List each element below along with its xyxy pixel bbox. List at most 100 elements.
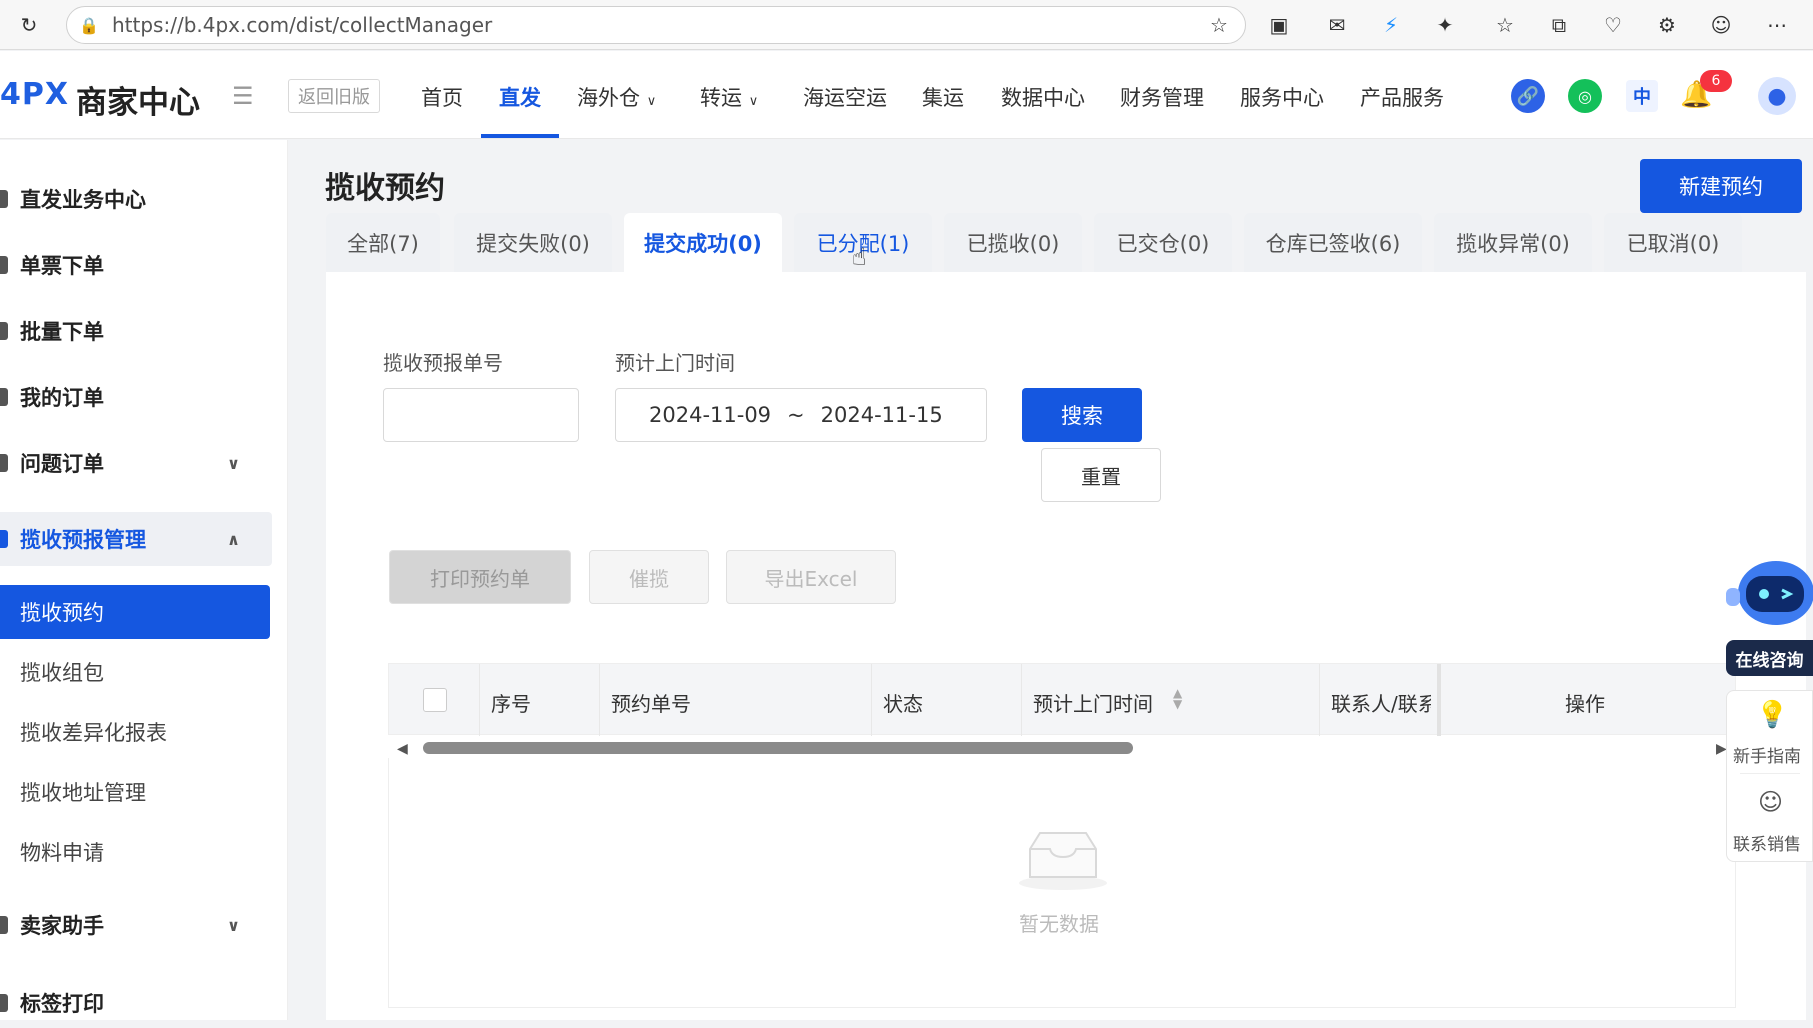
menu-icon	[0, 190, 8, 208]
nav-direct[interactable]: 直发	[499, 82, 541, 112]
notification-badge: 6	[1700, 70, 1732, 92]
urge-button[interactable]: 催揽	[589, 550, 709, 604]
sidebar-item-collect-address[interactable]: 揽收地址管理	[0, 767, 270, 817]
browser-toolbar: ↻ 🔒 https://b.4px.com/dist/collectManage…	[0, 0, 1813, 50]
lightbulb-icon[interactable]: 💡	[1756, 700, 1788, 730]
sidebar-item-label: 单票下单	[20, 254, 104, 278]
collapse-menu-icon[interactable]: ☰	[232, 82, 254, 110]
sidebar-item-seller-assistant[interactable]: 卖家助手 ∨	[0, 900, 270, 950]
menu-icon	[0, 454, 8, 472]
sidebar-item-label-print[interactable]: 标签打印	[0, 978, 270, 1028]
old-version-button[interactable]: 返回旧版	[288, 79, 380, 113]
tab-all[interactable]: 全部(7)	[326, 213, 440, 273]
sales-person-icon[interactable]: ☺	[1758, 788, 1783, 816]
online-consult-button[interactable]: 在线咨询	[1726, 640, 1813, 676]
tab-collect-exception[interactable]: 揽收异常(0)	[1434, 213, 1592, 273]
nav-home[interactable]: 首页	[421, 82, 463, 112]
tab-cancelled[interactable]: 已取消(0)	[1604, 213, 1742, 273]
order-no-label: 揽收预报单号	[383, 351, 503, 375]
sidebar-item-direct-center[interactable]: 直发业务中心	[0, 174, 270, 224]
column-divider	[479, 664, 480, 736]
horizontal-scrollbar-thumb[interactable]	[423, 742, 1133, 754]
menu-icon	[0, 256, 8, 274]
sidebar-item-material-request[interactable]: 物料申请	[0, 827, 270, 877]
language-switch[interactable]: 中	[1626, 80, 1658, 112]
select-all-checkbox[interactable]	[423, 688, 447, 712]
column-header-contact: 联系人/联系	[1331, 692, 1431, 716]
nav-service-center[interactable]: 服务中心	[1240, 82, 1324, 112]
logo[interactable]: 4PX	[0, 77, 69, 112]
empty-inbox-icon	[1016, 827, 1110, 891]
wechat-icon[interactable]: ◎	[1568, 79, 1602, 113]
scroll-left-icon[interactable]: ◀	[397, 741, 408, 757]
nav-consolidation[interactable]: 集运	[922, 82, 964, 112]
profile-avatar-icon[interactable]: ☺	[1706, 10, 1736, 40]
extension-icon[interactable]: ▣	[1264, 10, 1294, 40]
performance-icon[interactable]: ♡	[1598, 10, 1628, 40]
sidebar-item-label: 批量下单	[20, 320, 104, 344]
menu-icon	[0, 916, 8, 934]
sidebar-item-collect-appointment[interactable]: 揽收预约	[0, 587, 270, 637]
user-avatar[interactable]: ●	[1758, 77, 1796, 115]
export-excel-button[interactable]: 导出Excel	[726, 550, 896, 604]
nav-products[interactable]: 产品服务	[1360, 82, 1444, 112]
sidebar-item-label: 标签打印	[20, 992, 104, 1016]
bolt-icon[interactable]: ⚡	[1376, 10, 1406, 40]
sidebar-item-batch-order[interactable]: 批量下单	[0, 306, 270, 356]
chevron-down-icon: ∨	[748, 94, 759, 109]
date-start[interactable]: 2024-11-09	[649, 403, 771, 427]
sidebar-item-collect-diff-report[interactable]: 揽收差异化报表	[0, 707, 270, 757]
tab-collected[interactable]: 已揽收(0)	[944, 213, 1082, 273]
search-button[interactable]: 搜索	[1022, 388, 1142, 442]
page-title: 揽收预约	[325, 171, 445, 206]
empty-text: 暂无数据	[1019, 912, 1099, 936]
puzzle-icon[interactable]: ✦	[1430, 10, 1460, 40]
sort-icon[interactable]: ▲ ▼	[1173, 687, 1182, 710]
menu-icon	[0, 388, 8, 406]
order-no-input[interactable]	[383, 388, 579, 442]
column-divider	[599, 664, 600, 736]
tab-submit-success[interactable]: 提交成功(0)	[624, 213, 782, 273]
sidebar-item-single-order[interactable]: 单票下单	[0, 240, 270, 290]
more-icon[interactable]: ⋯	[1762, 10, 1792, 40]
menu-icon	[0, 530, 8, 548]
favorites-icon[interactable]: ☆	[1490, 10, 1520, 40]
tab-warehouse-signed[interactable]: 仓库已签收(6)	[1244, 213, 1422, 273]
column-header-pickup-time[interactable]: 预计上门时间	[1033, 688, 1153, 717]
star-icon[interactable]: ☆	[1204, 10, 1234, 40]
lock-icon[interactable]: 🔒	[74, 10, 104, 40]
pickup-time-label: 预计上门时间	[615, 351, 735, 375]
reset-button[interactable]: 重置	[1041, 448, 1161, 502]
sidebar-item-label: 直发业务中心	[20, 188, 146, 212]
tab-delivered-warehouse[interactable]: 已交仓(0)	[1094, 213, 1232, 273]
sidebar-item-label: 卖家助手	[20, 914, 104, 938]
beginner-guide-link[interactable]: 新手指南	[1733, 742, 1801, 767]
sidebar-item-collect-forecast[interactable]: 揽收预报管理 ∧	[0, 514, 270, 564]
menu-icon	[0, 994, 8, 1012]
mail-icon[interactable]: ✉	[1322, 10, 1352, 40]
date-range-picker[interactable]: 2024-11-09 ~ 2024-11-15	[615, 388, 987, 442]
print-appointment-button[interactable]: 打印预约单	[389, 550, 571, 604]
collections-icon[interactable]: ⧉	[1544, 10, 1574, 40]
share-icon[interactable]: ⚙	[1652, 10, 1682, 40]
robot-assistant-icon[interactable]	[1716, 548, 1813, 638]
nav-transship[interactable]: 转运 ∨	[700, 82, 758, 112]
column-divider	[871, 664, 872, 736]
url-text[interactable]: https://b.4px.com/dist/collectManager	[112, 13, 492, 37]
chevron-up-icon: ∧	[227, 529, 240, 549]
link-icon[interactable]: 🔗	[1511, 79, 1545, 113]
sidebar-item-my-orders[interactable]: 我的订单	[0, 372, 270, 422]
sidebar-item-problem-orders[interactable]: 问题订单 ∨	[0, 438, 270, 488]
reload-icon[interactable]: ↻	[14, 10, 44, 40]
nav-sea-air[interactable]: 海运空运	[803, 82, 887, 112]
new-appointment-button[interactable]: 新建预约	[1640, 159, 1802, 213]
nav-data-center[interactable]: 数据中心	[1001, 82, 1085, 112]
contact-sales-link[interactable]: 联系销售	[1733, 830, 1801, 855]
brand-title: 商家中心	[76, 85, 200, 121]
sidebar-item-collect-package[interactable]: 揽收组包	[0, 647, 270, 697]
tab-submit-failed[interactable]: 提交失败(0)	[454, 213, 612, 273]
sidebar-item-label: 问题订单	[20, 452, 104, 476]
nav-overseas-warehouse[interactable]: 海外仓 ∨	[577, 82, 656, 112]
date-end[interactable]: 2024-11-15	[821, 403, 943, 427]
nav-finance[interactable]: 财务管理	[1120, 82, 1204, 112]
